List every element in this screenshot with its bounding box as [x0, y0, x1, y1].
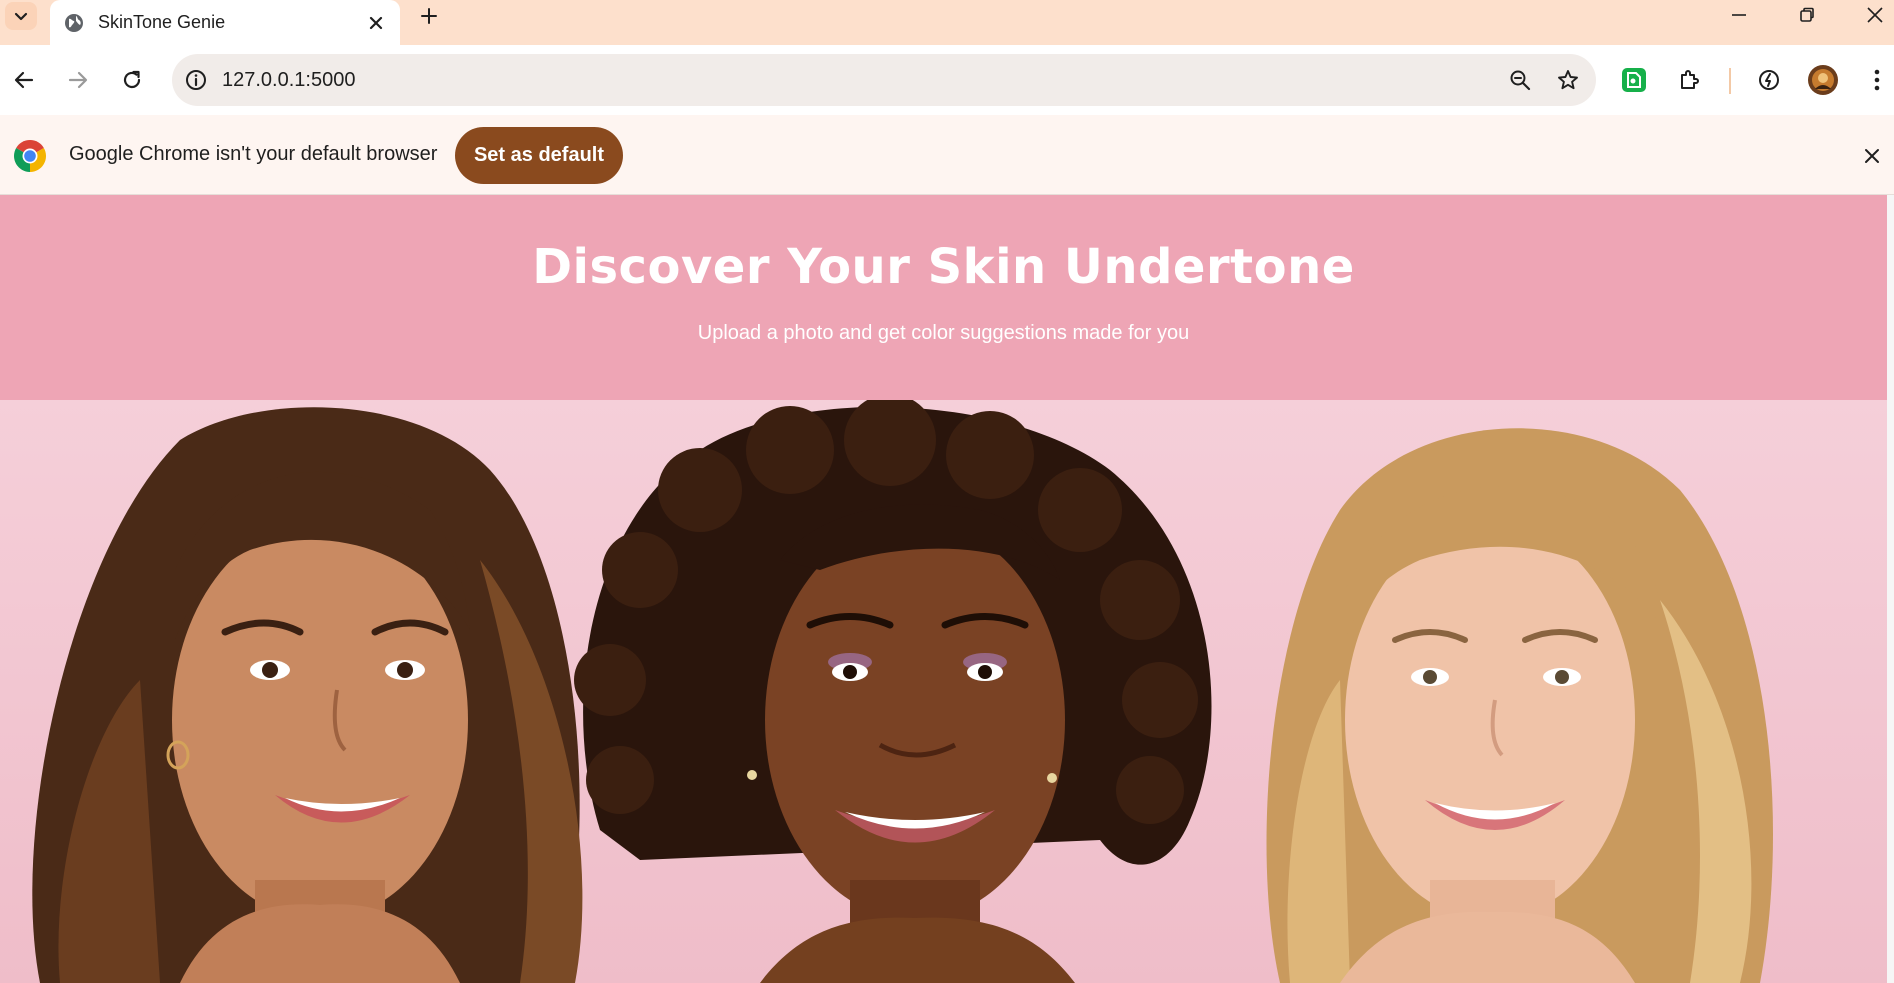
page-scrollbar[interactable] [1887, 195, 1894, 983]
plus-icon [421, 8, 437, 24]
site-info-button[interactable] [176, 60, 216, 100]
close-tab-button[interactable] [362, 9, 390, 37]
tab-title: SkinTone Genie [98, 12, 226, 32]
restore-button[interactable] [1781, 0, 1833, 30]
profile-button[interactable] [1803, 60, 1843, 100]
forward-button[interactable] [58, 60, 98, 100]
zoom-button[interactable] [1500, 60, 1540, 100]
page-subtitle: Upload a photo and get color suggestions… [697, 322, 1190, 344]
default-browser-infobar: Google Chrome isn't your default browser… [0, 115, 1894, 195]
infobar-message: Google Chrome isn't your default browser [69, 143, 438, 165]
performance-button[interactable] [1749, 60, 1789, 100]
new-tab-button[interactable] [414, 1, 444, 31]
page-viewport: Discover Your Skin Undertone Upload a ph… [0, 195, 1887, 983]
browser-toolbar: 127.0.0.1:5000 [0, 45, 1894, 115]
set-as-default-button[interactable]: Set as default [455, 127, 623, 184]
close-icon [369, 16, 383, 29]
restore-icon [1800, 7, 1814, 22]
extensions-menu-button[interactable] [1670, 60, 1710, 100]
address-bar[interactable]: 127.0.0.1:5000 [172, 54, 1596, 106]
speedometer-icon [1759, 70, 1779, 90]
arrow-right-icon [68, 71, 88, 89]
url-text[interactable]: 127.0.0.1:5000 [222, 69, 1500, 92]
bookmark-button[interactable] [1548, 60, 1588, 100]
more-vertical-icon [1874, 69, 1880, 91]
tab-strip: SkinTone Genie [0, 0, 1894, 45]
back-button[interactable] [4, 60, 44, 100]
avatar [1808, 65, 1838, 95]
minimize-icon [1732, 14, 1746, 16]
tab-search-button[interactable] [5, 2, 37, 30]
active-tab[interactable]: SkinTone Genie [50, 0, 400, 45]
chevron-down-icon [14, 12, 28, 21]
reload-button[interactable] [112, 60, 152, 100]
minimize-button[interactable] [1713, 0, 1765, 30]
infobar-close-button[interactable] [1856, 140, 1888, 172]
toolbar-divider [1729, 68, 1731, 94]
info-icon [186, 70, 206, 90]
hero-header: Discover Your Skin Undertone Upload a ph… [0, 195, 1887, 400]
close-window-button[interactable] [1849, 0, 1894, 30]
close-icon [1865, 149, 1879, 163]
globe-icon [64, 13, 84, 33]
zoom-out-icon [1510, 70, 1531, 91]
chrome-menu-button[interactable] [1857, 60, 1894, 100]
reload-icon [123, 70, 141, 89]
arrow-left-icon [14, 71, 34, 89]
green-extension-icon [1622, 68, 1646, 92]
close-icon [1867, 7, 1883, 23]
extension-button[interactable] [1614, 60, 1654, 100]
chrome-logo-icon [14, 140, 46, 172]
puzzle-icon [1681, 70, 1699, 89]
banner-image [0, 400, 1887, 983]
page-title: Discover Your Skin Undertone [532, 239, 1355, 295]
star-icon [1558, 70, 1578, 90]
